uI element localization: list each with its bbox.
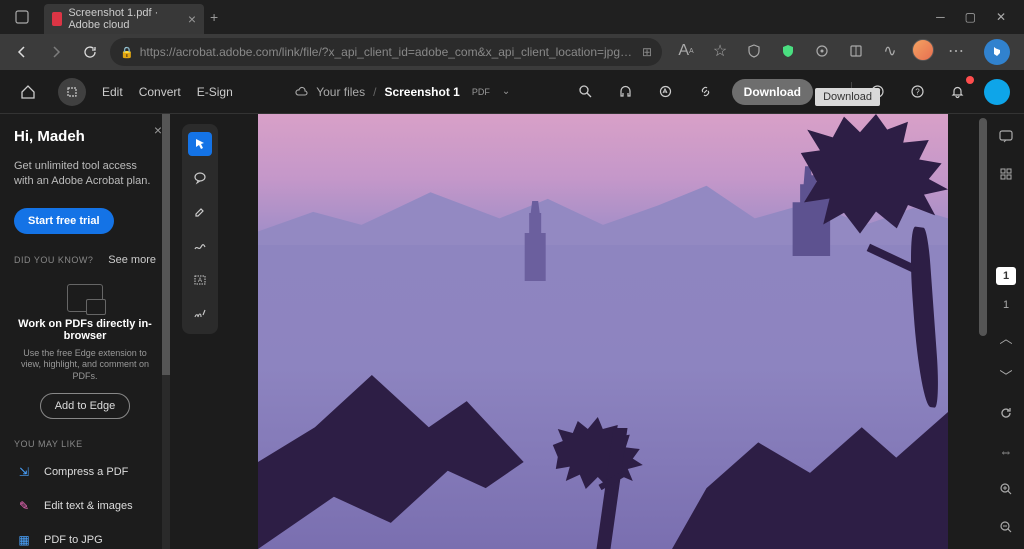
- dyk-desc: Use the free Edge extension to view, hig…: [14, 348, 156, 383]
- search-icon[interactable]: [572, 78, 600, 106]
- more-icon[interactable]: ⋯: [944, 39, 968, 63]
- svg-text:A: A: [198, 278, 202, 284]
- chat-panel-icon[interactable]: [994, 124, 1018, 148]
- close-sidebar-icon[interactable]: ×: [154, 122, 162, 138]
- new-tab-button[interactable]: +: [210, 9, 218, 25]
- zoom-out-icon[interactable]: [994, 515, 1018, 539]
- translate-icon[interactable]: ⊞: [642, 45, 652, 59]
- help-icon[interactable]: ?: [904, 78, 932, 106]
- shield-icon[interactable]: [742, 39, 766, 63]
- signature-tool[interactable]: [188, 302, 212, 326]
- browser-titlebar: Screenshot 1.pdf · Adobe cloud × + ─ ▢ ✕: [0, 0, 1024, 34]
- refresh-button[interactable]: [76, 38, 104, 66]
- selection-tool-icon[interactable]: [58, 78, 86, 106]
- dyk-title: Work on PDFs directly in-browser: [14, 318, 156, 342]
- breadcrumb: Your files / Screenshot 1 PDF ⌄: [294, 85, 510, 99]
- minimize-icon[interactable]: ─: [936, 10, 945, 24]
- tool-pdf-jpg[interactable]: ▦PDF to JPG: [14, 529, 156, 549]
- breadcrumb-doc: Screenshot 1: [384, 85, 459, 99]
- greeting: Hi, Madeh: [14, 128, 156, 145]
- tool-compress[interactable]: ⇲Compress a PDF: [14, 461, 156, 483]
- chevron-down-icon[interactable]: ⌄: [502, 86, 510, 97]
- page-down-icon[interactable]: ﹀: [994, 363, 1018, 387]
- acrobat-app: Edit Convert E-Sign Your files / Screens…: [0, 70, 1024, 549]
- sidebar-scrollbar[interactable]: [162, 114, 170, 549]
- menu-edit[interactable]: Edit: [102, 85, 123, 99]
- bing-chat-icon[interactable]: [984, 39, 1010, 65]
- user-avatar[interactable]: [984, 79, 1010, 105]
- favorite-icon[interactable]: ☆: [708, 39, 732, 63]
- compress-icon: ⇲: [14, 463, 34, 481]
- breadcrumb-type: PDF: [468, 86, 494, 98]
- extensions-icon[interactable]: [810, 39, 834, 63]
- tool-edit[interactable]: ✎Edit text & images: [14, 495, 156, 517]
- close-window-icon[interactable]: ✕: [996, 10, 1006, 24]
- maximize-icon[interactable]: ▢: [965, 10, 976, 24]
- close-tab-icon[interactable]: ×: [188, 11, 196, 27]
- sidebar-subtitle: Get unlimited tool access with an Adobe …: [14, 159, 156, 190]
- url-field[interactable]: 🔒 https://acrobat.adobe.com/link/file/?x…: [110, 38, 662, 66]
- breadcrumb-files[interactable]: Your files: [316, 85, 365, 99]
- page-indicator[interactable]: 1: [996, 267, 1016, 285]
- browser-tab[interactable]: Screenshot 1.pdf · Adobe cloud ×: [44, 4, 204, 34]
- zoom-in-icon[interactable]: [994, 477, 1018, 501]
- comment-tool[interactable]: [188, 166, 212, 190]
- download-tooltip: Download: [815, 88, 880, 106]
- adobe-favicon: [52, 12, 62, 26]
- url-text: https://acrobat.adobe.com/link/file/?x_a…: [140, 45, 636, 59]
- tab-overview-button[interactable]: [8, 3, 36, 31]
- link-icon[interactable]: [692, 78, 720, 106]
- browser-extension-icon: [67, 284, 103, 312]
- browser-address-bar: 🔒 https://acrobat.adobe.com/link/file/?x…: [0, 34, 1024, 70]
- see-more-link[interactable]: See more: [108, 254, 156, 266]
- grid-panel-icon[interactable]: [994, 162, 1018, 186]
- svg-text:?: ?: [916, 88, 921, 97]
- image-icon: ▦: [14, 531, 34, 549]
- home-icon[interactable]: [14, 78, 42, 106]
- page-total: 1: [1003, 299, 1009, 311]
- pdf-page[interactable]: [258, 114, 948, 549]
- back-button[interactable]: [8, 38, 36, 66]
- rotate-icon[interactable]: [994, 401, 1018, 425]
- dyk-label: DID YOU KNOW?: [14, 255, 93, 265]
- edit-icon: ✎: [14, 497, 34, 515]
- profile-avatar[interactable]: [912, 39, 934, 61]
- canvas-scrollbar[interactable]: [978, 114, 988, 549]
- reading-mode-icon[interactable]: AA: [674, 39, 698, 63]
- ai-icon[interactable]: [652, 78, 680, 106]
- download-button[interactable]: Download: [732, 79, 813, 105]
- collections-icon[interactable]: [844, 39, 868, 63]
- start-trial-button[interactable]: Start free trial: [14, 208, 114, 234]
- performance-icon[interactable]: ∿: [878, 39, 902, 63]
- dyk-card: Work on PDFs directly in-browser Use the…: [14, 284, 156, 419]
- tab-title: Screenshot 1.pdf · Adobe cloud: [68, 7, 181, 31]
- forward-button: [42, 38, 70, 66]
- headphones-icon[interactable]: [612, 78, 640, 106]
- draw-tool[interactable]: [188, 234, 212, 258]
- you-may-like-label: YOU MAY LIKE: [14, 439, 156, 449]
- select-tool[interactable]: [188, 132, 212, 156]
- right-rail: 1 1 ︿ ﹀ ⇔: [988, 114, 1024, 549]
- notification-dot: [966, 76, 974, 84]
- lock-icon: 🔒: [120, 46, 134, 59]
- sidebar: × Hi, Madeh Get unlimited tool access wi…: [0, 114, 170, 549]
- annotation-toolbox: A: [182, 124, 218, 334]
- menu-convert[interactable]: Convert: [139, 85, 181, 99]
- canvas-area: [218, 114, 988, 549]
- fit-width-icon[interactable]: ⇔: [994, 439, 1018, 463]
- menu-esign[interactable]: E-Sign: [197, 85, 233, 99]
- cloud-icon: [294, 85, 308, 99]
- add-to-edge-button[interactable]: Add to Edge: [40, 393, 131, 419]
- page-up-icon[interactable]: ︿: [994, 325, 1018, 349]
- bell-icon[interactable]: [944, 78, 972, 106]
- text-tool[interactable]: A: [188, 268, 212, 292]
- highlight-tool[interactable]: [188, 200, 212, 224]
- shield-check-icon[interactable]: [776, 39, 800, 63]
